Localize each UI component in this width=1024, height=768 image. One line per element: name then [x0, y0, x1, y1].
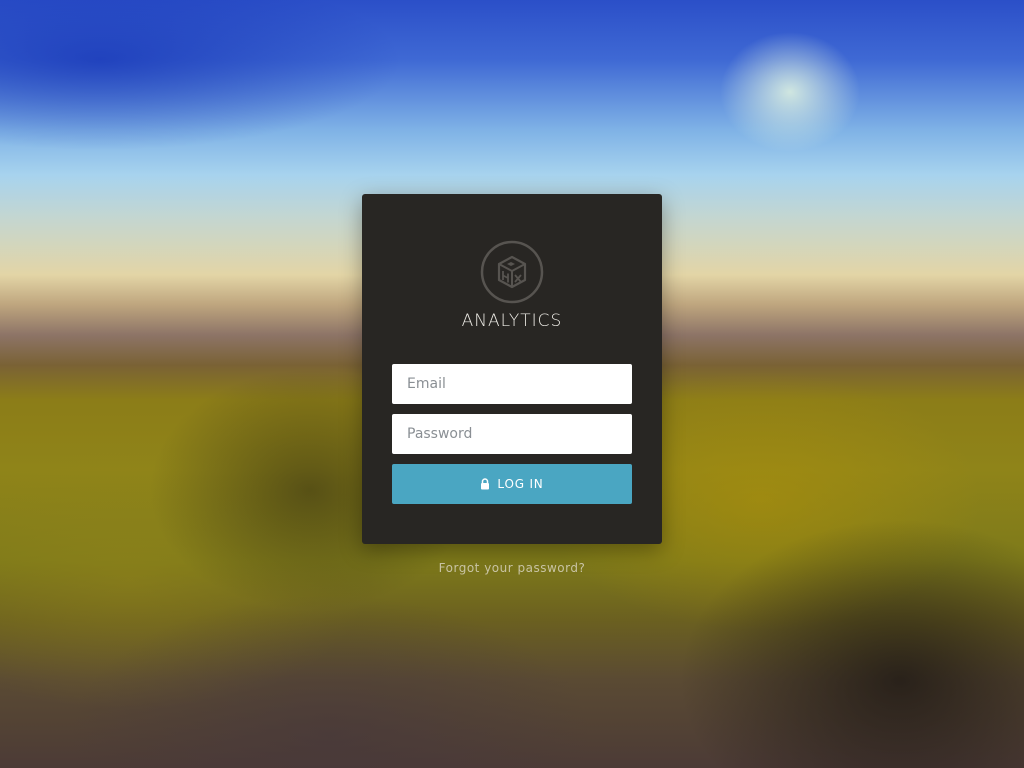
login-button[interactable]: LOG IN	[392, 464, 632, 504]
lock-icon	[481, 478, 490, 490]
forgot-password-link[interactable]: Forgot your password?	[362, 561, 662, 575]
password-input[interactable]	[392, 414, 632, 454]
login-card: ANALYTICS LOG IN	[362, 194, 662, 544]
login-button-label: LOG IN	[497, 477, 544, 491]
email-input[interactable]	[392, 364, 632, 404]
hx-cube-logo-icon	[480, 240, 544, 304]
brand-name: ANALYTICS	[461, 311, 563, 331]
